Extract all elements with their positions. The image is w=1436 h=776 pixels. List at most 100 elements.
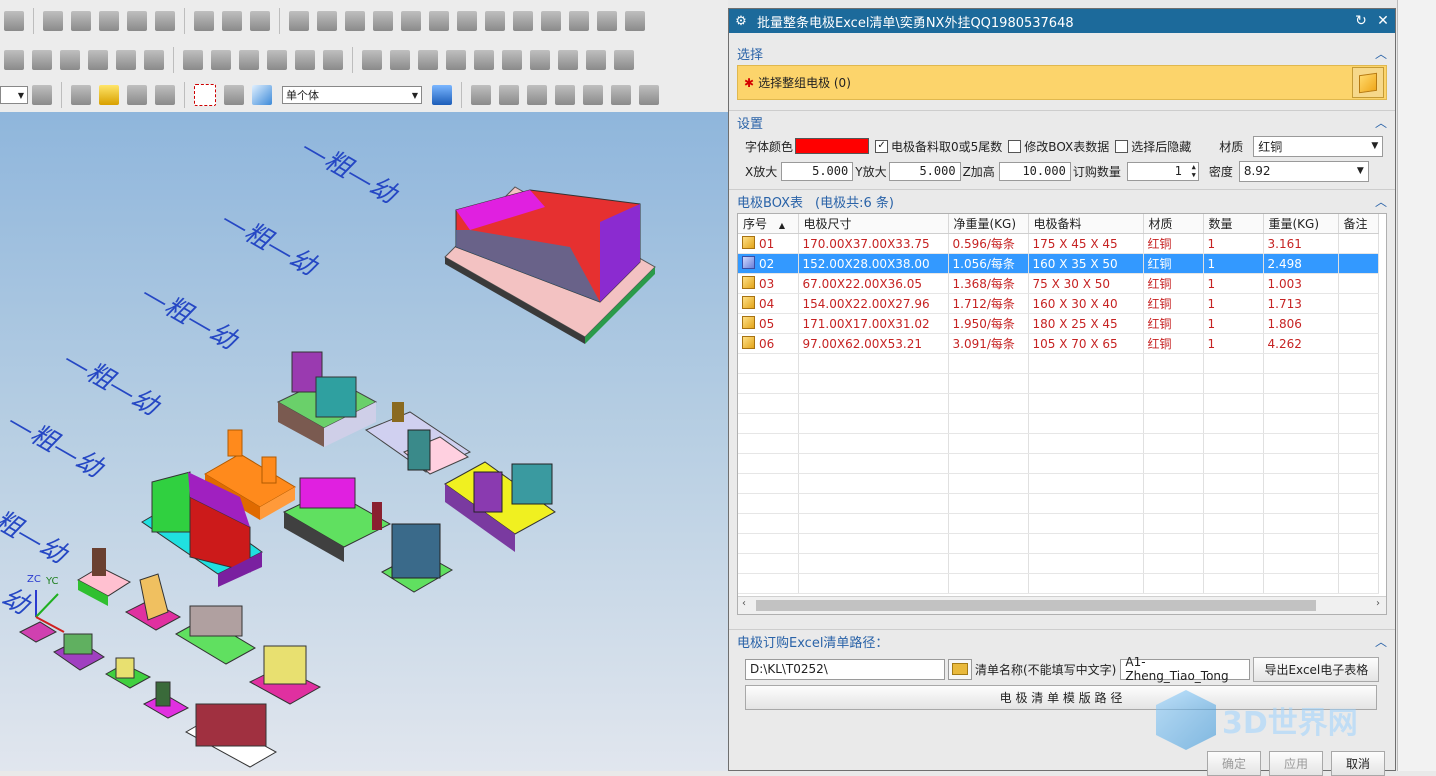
table-row[interactable]: 02 152.00X28.00X38.00 1.056/每条 160 X 35 X 5… bbox=[738, 253, 1379, 274]
chevron-up-icon[interactable]: ︿ bbox=[1375, 114, 1387, 131]
electrode-model[interactable] bbox=[53, 633, 105, 671]
tool-icon[interactable] bbox=[155, 85, 175, 105]
electrode-model[interactable] bbox=[184, 703, 278, 768]
section-select-header[interactable]: 选择 ︿ bbox=[729, 41, 1395, 65]
font-color-swatch[interactable] bbox=[795, 138, 870, 154]
tool-icon[interactable] bbox=[183, 50, 203, 70]
tool-icon[interactable] bbox=[32, 85, 52, 105]
reset-icon[interactable]: ↻ bbox=[1353, 13, 1369, 29]
tool-icon[interactable] bbox=[499, 85, 519, 105]
tool-icon[interactable] bbox=[71, 85, 91, 105]
tool-icon[interactable] bbox=[88, 50, 108, 70]
chevron-up-icon[interactable]: ︿ bbox=[1375, 633, 1387, 650]
tool-icon[interactable] bbox=[639, 85, 659, 105]
section-box-table-header[interactable]: 电极BOX表 (电极共:6 条) ︿ bbox=[729, 189, 1395, 213]
ok-button[interactable]: 确定 bbox=[1207, 751, 1261, 776]
tool-icon[interactable] bbox=[99, 11, 119, 31]
electrode-model[interactable] bbox=[444, 461, 556, 552]
tool-icon[interactable] bbox=[527, 85, 547, 105]
electrode-model[interactable] bbox=[276, 351, 378, 447]
y-scale-input[interactable]: 5.000 bbox=[888, 161, 961, 181]
tool-icon[interactable] bbox=[390, 50, 410, 70]
electrode-model[interactable] bbox=[444, 186, 656, 344]
hide-after-select-checkbox[interactable] bbox=[1115, 139, 1129, 153]
tool-icon[interactable] bbox=[43, 11, 63, 31]
tool-icon[interactable] bbox=[289, 11, 309, 31]
tool-icon[interactable] bbox=[457, 11, 477, 31]
z-height-input[interactable]: 10.000 bbox=[998, 161, 1071, 181]
table-row[interactable]: 04 154.00X22.00X27.96 1.712/每条 160 X 30 X 4… bbox=[738, 293, 1379, 314]
tool-icon[interactable] bbox=[144, 50, 164, 70]
section-excel-path-header[interactable]: 电极订购Excel清单路径： ︿ bbox=[729, 629, 1395, 653]
tool-icon[interactable] bbox=[32, 50, 52, 70]
tool-icon[interactable] bbox=[401, 11, 421, 31]
tool-icon[interactable] bbox=[446, 50, 466, 70]
tool-icon[interactable] bbox=[474, 50, 494, 70]
tool-icon[interactable] bbox=[222, 11, 242, 31]
table-row[interactable]: 06 97.00X62.00X53.21 3.091/每条 105 X 70 X 65… bbox=[738, 333, 1379, 354]
tool-icon[interactable] bbox=[250, 11, 270, 31]
electrode-model[interactable] bbox=[76, 548, 132, 606]
round-checkbox[interactable]: ✓ bbox=[875, 139, 889, 153]
tool-icon[interactable] bbox=[317, 11, 337, 31]
tool-icon[interactable] bbox=[4, 50, 24, 70]
tool-icon[interactable] bbox=[555, 85, 575, 105]
graphics-viewport[interactable]: —粗—幼 —粗—幼 —粗—幼 —粗—幼 —粗—幼 —粗—幼 幼 ZC YC bbox=[0, 112, 728, 771]
tool-icon[interactable] bbox=[71, 11, 91, 31]
electrode-model[interactable] bbox=[104, 657, 152, 689]
density-select[interactable]: 8.92 ▼ bbox=[1238, 160, 1369, 182]
chevron-up-icon[interactable]: ︿ bbox=[1375, 193, 1387, 210]
scroll-left-icon[interactable]: ‹ bbox=[742, 598, 746, 609]
solid-body-icon[interactable] bbox=[252, 85, 272, 105]
section-settings-header[interactable]: 设置 ︿ bbox=[729, 110, 1395, 134]
tool-icon[interactable] bbox=[116, 50, 136, 70]
column-header[interactable]: 净重量(KG) bbox=[948, 214, 1029, 234]
tool-icon[interactable] bbox=[295, 50, 315, 70]
column-header[interactable]: 电极备料 bbox=[1028, 214, 1144, 234]
column-header[interactable]: 电极尺寸 bbox=[798, 214, 949, 234]
tool-icon[interactable] bbox=[211, 50, 231, 70]
column-header[interactable]: 备注 bbox=[1338, 214, 1379, 234]
tool-icon[interactable] bbox=[267, 50, 287, 70]
tool-icon[interactable] bbox=[127, 85, 147, 105]
tool-icon[interactable] bbox=[418, 50, 438, 70]
electrode-model[interactable] bbox=[380, 523, 454, 593]
column-header[interactable]: 数量 bbox=[1203, 214, 1264, 234]
order-qty-spinner[interactable]: 1 ▲ ▼ bbox=[1126, 161, 1199, 181]
tool-icon[interactable] bbox=[127, 11, 147, 31]
electrode-model[interactable] bbox=[174, 605, 257, 665]
horizontal-scrollbar[interactable]: ‹ › bbox=[738, 596, 1386, 614]
chevron-up-icon[interactable]: ︿ bbox=[1375, 45, 1387, 62]
table-row[interactable]: 03 67.00X22.00X36.05 1.368/每条 75 X 30 X 50 红… bbox=[738, 273, 1379, 294]
tool-icon[interactable] bbox=[485, 11, 505, 31]
browse-folder-button[interactable] bbox=[948, 658, 972, 680]
select-body-button[interactable] bbox=[1352, 67, 1384, 98]
tool-icon[interactable] bbox=[323, 50, 343, 70]
filter-icon[interactable] bbox=[99, 85, 119, 105]
electrode-model[interactable] bbox=[124, 573, 182, 631]
apply-button[interactable]: 应用 bbox=[1269, 751, 1323, 776]
tool-icon[interactable] bbox=[345, 11, 365, 31]
column-header[interactable]: 材质 bbox=[1143, 214, 1204, 234]
tool-icon[interactable] bbox=[4, 11, 24, 31]
tool-icon[interactable] bbox=[60, 50, 80, 70]
close-icon[interactable]: ✕ bbox=[1375, 13, 1391, 29]
type-filter-combo[interactable]: ▼ bbox=[0, 86, 28, 104]
tool-icon[interactable] bbox=[502, 50, 522, 70]
column-header[interactable]: 重量(KG) bbox=[1263, 214, 1339, 234]
selection-scope-combo[interactable]: 单个体 ▼ bbox=[282, 86, 422, 104]
x-scale-input[interactable]: 5.000 bbox=[781, 161, 854, 181]
tool-icon[interactable] bbox=[224, 85, 244, 105]
select-box-icon[interactable] bbox=[194, 84, 216, 106]
scroll-right-icon[interactable]: › bbox=[1376, 598, 1380, 609]
tool-icon[interactable] bbox=[558, 50, 578, 70]
tool-icon[interactable] bbox=[625, 11, 645, 31]
list-name-input[interactable]: A1-Zheng_Tiao_Tong bbox=[1120, 655, 1251, 683]
tool-icon[interactable] bbox=[611, 85, 631, 105]
column-header[interactable]: 序号 ▲ bbox=[738, 214, 799, 234]
cancel-button[interactable]: 取消 bbox=[1331, 751, 1385, 776]
electrode-model[interactable] bbox=[142, 681, 190, 719]
tool-icon[interactable] bbox=[530, 50, 550, 70]
scrollbar-thumb[interactable] bbox=[756, 600, 1316, 611]
modify-box-checkbox[interactable] bbox=[1008, 139, 1022, 153]
